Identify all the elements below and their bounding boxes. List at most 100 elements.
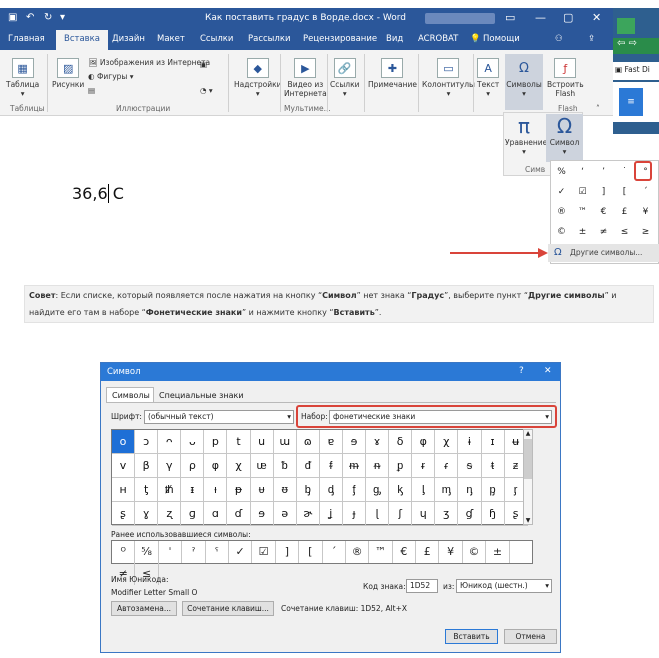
symbol-cell[interactable]: ɘ xyxy=(342,430,367,454)
recent-symbol-cell[interactable]: £ xyxy=(416,541,440,563)
symbol-cell[interactable]: φ xyxy=(412,430,436,454)
tab-home[interactable]: Главная xyxy=(8,34,45,44)
recent-symbol-cell[interactable]: ´ xyxy=(323,541,346,563)
text-button[interactable]: A Текст ▾ xyxy=(477,58,499,98)
pictures-button[interactable]: ▨ Рисунки xyxy=(52,58,84,89)
grid-scrollbar[interactable]: ▲ ▼ xyxy=(523,429,533,525)
recent-symbol-cell[interactable]: ☑ xyxy=(252,541,276,563)
close-icon[interactable]: ✕ xyxy=(592,11,601,24)
customize-icon[interactable]: ▾ xyxy=(60,12,65,23)
shapes-button[interactable]: ◐ Фигуры ▾ xyxy=(88,72,134,81)
code-input[interactable]: 1D52 xyxy=(406,579,438,593)
symbol-cell[interactable]: ᵼ xyxy=(204,478,228,502)
tab-acrobat[interactable]: ACROBAT xyxy=(418,34,458,44)
symbol-cell[interactable]: ə xyxy=(273,502,297,526)
online-pictures-button[interactable]: 🖼 Изображения из Интернета xyxy=(88,58,210,67)
nav-arrows-icon[interactable]: ⇦ ⇨ xyxy=(613,38,659,54)
encoding-select[interactable]: Юникод (шестн.) ▾ xyxy=(456,579,552,593)
chart-icon[interactable]: ◔ ▾ xyxy=(200,86,213,95)
symbol-cell[interactable]: φ xyxy=(204,454,228,478)
symbol-cell[interactable]: ɭ xyxy=(366,502,390,526)
symbol-cell[interactable]: p xyxy=(204,430,228,454)
ribbon-options-icon[interactable]: ▭ xyxy=(505,11,515,24)
symbol-cell[interactable]: ɨ xyxy=(458,430,482,454)
symbol-cell[interactable]: γ xyxy=(158,454,182,478)
cancel-button[interactable]: Отмена xyxy=(504,629,557,644)
symbol-cell[interactable]: ɑ xyxy=(204,502,228,526)
symbol-cell[interactable]: ᶅ xyxy=(412,478,436,502)
symbol-cell[interactable]: ʃ xyxy=(389,502,413,526)
tab-view[interactable]: Вид xyxy=(386,34,403,44)
menu-symbol-cell[interactable]: [ xyxy=(615,183,634,202)
menu-symbol-cell[interactable]: £ xyxy=(615,203,634,222)
side-tab[interactable]: ▣ Fast Di xyxy=(613,62,659,80)
symbol-cell[interactable]: ᶂ xyxy=(342,478,367,502)
menu-symbol-cell[interactable]: ’ xyxy=(594,163,613,182)
table-button[interactable]: ▦ Таблица ▾ xyxy=(6,58,39,98)
menu-symbol-cell[interactable]: ] xyxy=(594,183,613,202)
share-icon[interactable]: ⇪ xyxy=(588,34,595,44)
symbol-cell[interactable]: ᶃ xyxy=(366,478,390,502)
symbol-cell[interactable]: ʐ xyxy=(158,502,182,526)
symbol-cell[interactable]: ɠ xyxy=(458,502,482,526)
tab-review[interactable]: Рецензирование xyxy=(303,34,377,44)
online-video-button[interactable]: ▶ Видео из Интернета xyxy=(284,58,327,98)
symbol-cell[interactable]: ɯ xyxy=(273,430,297,454)
menu-symbol-cell[interactable]: ´ xyxy=(636,183,655,202)
recent-symbol-cell[interactable]: [ xyxy=(299,541,323,563)
menu-symbol-cell[interactable]: © xyxy=(552,223,571,242)
recent-symbol-cell[interactable]: ¥ xyxy=(439,541,463,563)
symbol-cell[interactable]: ƫ xyxy=(135,478,159,502)
symbol-cell[interactable]: ɣ xyxy=(135,502,159,526)
symbol-cell[interactable]: ʝ xyxy=(319,502,343,526)
symbol-cell[interactable]: ᵰ xyxy=(366,454,390,478)
recent-symbol-cell[interactable]: ™ xyxy=(369,541,393,563)
symbol-cell[interactable]: ɡ xyxy=(181,502,205,526)
symbol-cell[interactable]: ρ xyxy=(181,454,205,478)
symbol-cell[interactable]: ᴖ xyxy=(158,430,182,454)
tab-insert[interactable]: Вставка xyxy=(56,30,109,50)
symbol-cell[interactable]: t xyxy=(227,430,251,454)
help-icon[interactable]: ? xyxy=(519,366,524,376)
tab-help[interactable]: Помощи xyxy=(483,34,520,44)
symbol-cell[interactable]: ᵾ xyxy=(250,478,274,502)
menu-symbol-cell[interactable]: ˙ xyxy=(615,163,634,182)
menu-symbol-cell[interactable]: ‘ xyxy=(573,163,592,182)
tab-mailings[interactable]: Рассылки xyxy=(248,34,290,44)
recent-symbol-cell[interactable]: € xyxy=(393,541,417,563)
symbol-cell[interactable]: β xyxy=(135,454,159,478)
symbol-cell[interactable]: ᶁ xyxy=(319,478,343,502)
symbol-cell[interactable]: ᶈ xyxy=(481,478,505,502)
shortcut-key-button[interactable]: Сочетание клавиш... xyxy=(182,601,274,616)
recent-symbol-cell[interactable]: ] xyxy=(276,541,300,563)
menu-symbol-cell[interactable]: ✓ xyxy=(552,183,571,202)
menu-symbol-cell[interactable]: ☑ xyxy=(573,183,592,202)
recent-symbol-cell[interactable]: © xyxy=(463,541,487,563)
menu-symbol-cell[interactable]: ≠ xyxy=(594,223,613,242)
menu-symbol-cell[interactable]: ™ xyxy=(573,203,592,222)
symbol-cell[interactable]: u xyxy=(250,430,274,454)
symbol-cell[interactable]: ᵮ xyxy=(319,454,343,478)
symbol-cell[interactable]: ɤ xyxy=(366,430,390,454)
tab-special-chars[interactable]: Специальные знаки xyxy=(159,391,244,400)
symbol-cell[interactable]: ο xyxy=(112,430,136,454)
addins-button[interactable]: ◆ Надстройки ▾ xyxy=(234,58,282,98)
equation-button[interactable]: π Уравнение ▾ xyxy=(505,114,547,162)
recent-symbol-cell[interactable]: ✓ xyxy=(229,541,253,563)
symbol-cell[interactable]: ɗ xyxy=(227,502,251,526)
smartart-icon[interactable]: ▤ xyxy=(88,86,95,95)
symbol-cell[interactable]: ɘ xyxy=(250,502,274,526)
symbol-cell[interactable]: ʂ xyxy=(112,502,136,526)
symbol-cell[interactable]: ɟ xyxy=(342,502,367,526)
tab-design[interactable]: Дизайн xyxy=(112,34,145,44)
recent-symbol-cell[interactable]: ® xyxy=(346,541,370,563)
symbol-cell[interactable]: ɧ xyxy=(481,502,505,526)
symbol-cell[interactable]: ᵺ xyxy=(158,478,182,502)
symbol-cell[interactable]: ᵲ xyxy=(412,454,436,478)
recent-symbol-cell[interactable]: ⅝ xyxy=(135,541,159,563)
document-text[interactable]: 36,6 С xyxy=(72,184,124,203)
recent-symbol-cell[interactable]: ˁ xyxy=(206,541,229,563)
recent-symbol-cell[interactable]: ˈ xyxy=(159,541,183,563)
undo-icon[interactable]: ↶ xyxy=(26,12,34,23)
symbol-cell[interactable]: ᵵ xyxy=(481,454,505,478)
